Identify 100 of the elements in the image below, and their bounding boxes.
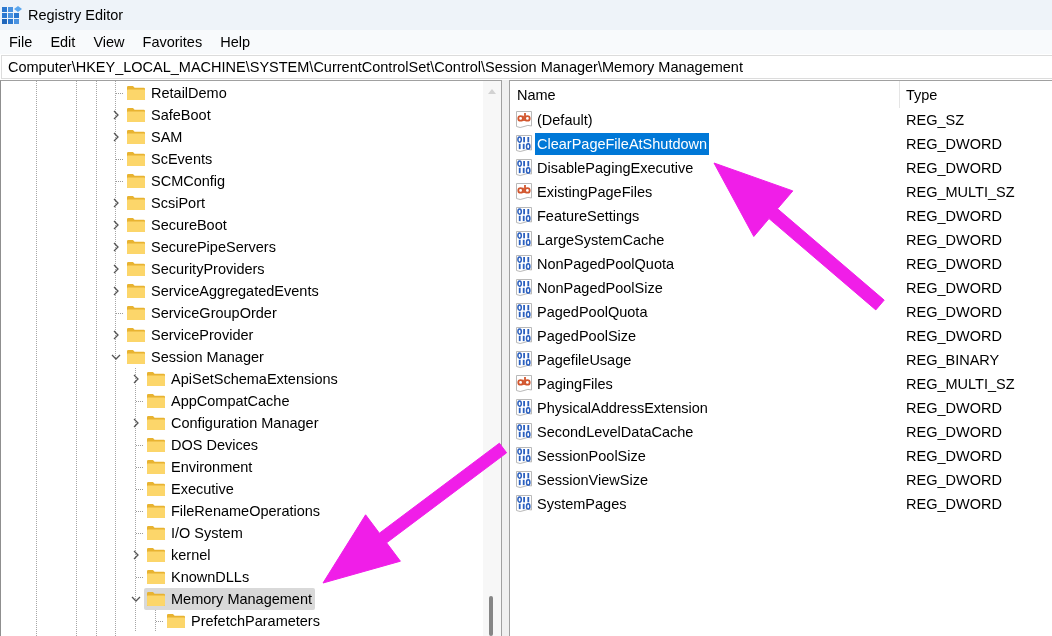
value-name[interactable]: PagedPoolSize <box>535 325 639 347</box>
folder-icon <box>147 570 165 584</box>
folder-icon <box>147 482 165 496</box>
address-field[interactable]: Computer\HKEY_LOCAL_MACHINE\SYSTEM\CurrentControlSet\Control\Session Manager\Memory Management <box>1 55 1052 79</box>
menu-item[interactable]: File <box>0 31 42 53</box>
chevron-right-icon[interactable] <box>113 198 119 208</box>
value-name[interactable]: NonPagedPoolSize <box>535 277 665 299</box>
value-name[interactable]: SessionViewSize <box>535 469 650 491</box>
folder-icon <box>127 328 145 342</box>
value-type: REG_DWORD <box>905 136 1002 152</box>
tree-item[interactable]: I/O System <box>144 522 246 544</box>
tree-item[interactable]: SAM <box>124 126 186 148</box>
chevron-right-icon[interactable] <box>133 550 139 560</box>
binary-digits-icon <box>515 135 533 153</box>
value-name[interactable]: PhysicalAddressExtension <box>535 397 710 419</box>
tree-item[interactable]: ScEvents <box>124 148 216 170</box>
value-name[interactable]: (Default) <box>535 109 595 131</box>
folder-icon <box>127 130 145 144</box>
menu-item[interactable]: Help <box>211 31 259 53</box>
tree-item[interactable]: Configuration Manager <box>144 412 322 434</box>
chevron-right-icon[interactable] <box>133 374 139 384</box>
tree-item[interactable]: Executive <box>144 478 237 500</box>
value-type: REG_DWORD <box>905 328 1002 344</box>
folder-icon <box>147 526 165 540</box>
folder-icon <box>147 504 165 518</box>
tree-item[interactable]: DOS Devices <box>144 434 262 456</box>
value-type: REG_SZ <box>905 112 964 128</box>
folder-icon <box>127 152 145 166</box>
chevron-down-icon[interactable] <box>131 596 141 602</box>
value-type: REG_DWORD <box>905 400 1002 416</box>
chevron-right-icon[interactable] <box>113 220 119 230</box>
folder-icon <box>147 416 165 430</box>
value-type: REG_DWORD <box>905 472 1002 488</box>
value-name[interactable]: ExistingPageFiles <box>535 181 655 203</box>
value-type: REG_DWORD <box>905 160 1002 176</box>
value-type: REG_DWORD <box>905 208 1002 224</box>
tree-item[interactable]: ServiceProvider <box>124 324 257 346</box>
value-type: REG_DWORD <box>905 304 1002 320</box>
tree-item[interactable]: Memory Management <box>144 588 316 610</box>
tree-item[interactable]: FileRenameOperations <box>144 500 324 522</box>
folder-icon <box>127 174 145 188</box>
folder-icon <box>127 306 145 320</box>
folder-icon <box>147 438 165 452</box>
tree-item[interactable]: kernel <box>144 544 214 566</box>
tree-item[interactable]: Session Manager <box>124 346 267 368</box>
menu-item[interactable]: Edit <box>41 31 85 53</box>
value-type: REG_MULTI_SZ <box>905 184 1015 200</box>
column-header[interactable]: Name <box>510 81 899 108</box>
tree-item[interactable]: SafeBoot <box>124 104 214 126</box>
binary-digits-icon <box>515 255 533 273</box>
value-name[interactable]: SecondLevelDataCache <box>535 421 696 443</box>
ab-letters-icon <box>515 375 533 393</box>
chevron-right-icon[interactable] <box>113 264 119 274</box>
tree-item[interactable]: AppCompatCache <box>144 390 293 412</box>
menu-item[interactable]: Favorites <box>133 31 212 53</box>
tree-item[interactable]: KnownDLLs <box>144 566 253 588</box>
chevron-down-icon[interactable] <box>111 354 121 360</box>
grid-cube-icon <box>2 5 22 25</box>
folder-icon <box>147 372 165 386</box>
scrollbar-thumb[interactable] <box>489 596 493 636</box>
tree-item[interactable]: SCMConfig <box>124 170 229 192</box>
menu-item[interactable]: View <box>84 31 134 53</box>
value-name[interactable]: LargeSystemCache <box>535 229 667 251</box>
tree-item[interactable]: ApiSetSchemaExtensions <box>144 368 341 390</box>
value-name[interactable]: SystemPages <box>535 493 629 515</box>
chevron-right-icon[interactable] <box>113 330 119 340</box>
value-type: REG_MULTI_SZ <box>905 376 1015 392</box>
tree-item[interactable]: RetailDemo <box>124 82 230 104</box>
tree-item[interactable]: Environment <box>144 456 256 478</box>
folder-icon <box>147 460 165 474</box>
tree-item[interactable]: PrefetchParameters <box>164 610 323 632</box>
chevron-right-icon[interactable] <box>113 132 119 142</box>
folder-icon <box>147 394 165 408</box>
folder-icon <box>127 218 145 232</box>
column-header[interactable]: Type <box>899 81 938 108</box>
tree-item[interactable]: SecurityProviders <box>124 258 268 280</box>
value-name[interactable]: PagingFiles <box>535 373 615 395</box>
tree-item[interactable]: SecurePipeServers <box>124 236 279 258</box>
chevron-right-icon[interactable] <box>133 418 139 428</box>
ab-letters-icon <box>515 111 533 129</box>
value-name[interactable]: PagefileUsage <box>535 349 634 371</box>
value-name[interactable]: PagedPoolQuota <box>535 301 650 323</box>
folder-icon <box>127 196 145 210</box>
scrollbar[interactable] <box>483 81 501 636</box>
value-name[interactable]: FeatureSettings <box>535 205 642 227</box>
value-name[interactable]: NonPagedPoolQuota <box>535 253 677 275</box>
folder-icon <box>127 284 145 298</box>
value-name[interactable]: ClearPageFileAtShutdown <box>535 133 710 155</box>
folder-icon <box>127 262 145 276</box>
binary-digits-icon <box>515 351 533 369</box>
tree-item[interactable]: ServiceAggregatedEvents <box>124 280 322 302</box>
chevron-right-icon[interactable] <box>113 110 119 120</box>
chevron-right-icon[interactable] <box>113 286 119 296</box>
window-title: Registry Editor <box>28 7 124 23</box>
value-name[interactable]: DisablePagingExecutive <box>535 157 696 179</box>
tree-item[interactable]: ServiceGroupOrder <box>124 302 280 324</box>
value-name[interactable]: SessionPoolSize <box>535 445 648 467</box>
chevron-right-icon[interactable] <box>113 242 119 252</box>
tree-item[interactable]: ScsiPort <box>124 192 208 214</box>
tree-item[interactable]: SecureBoot <box>124 214 230 236</box>
